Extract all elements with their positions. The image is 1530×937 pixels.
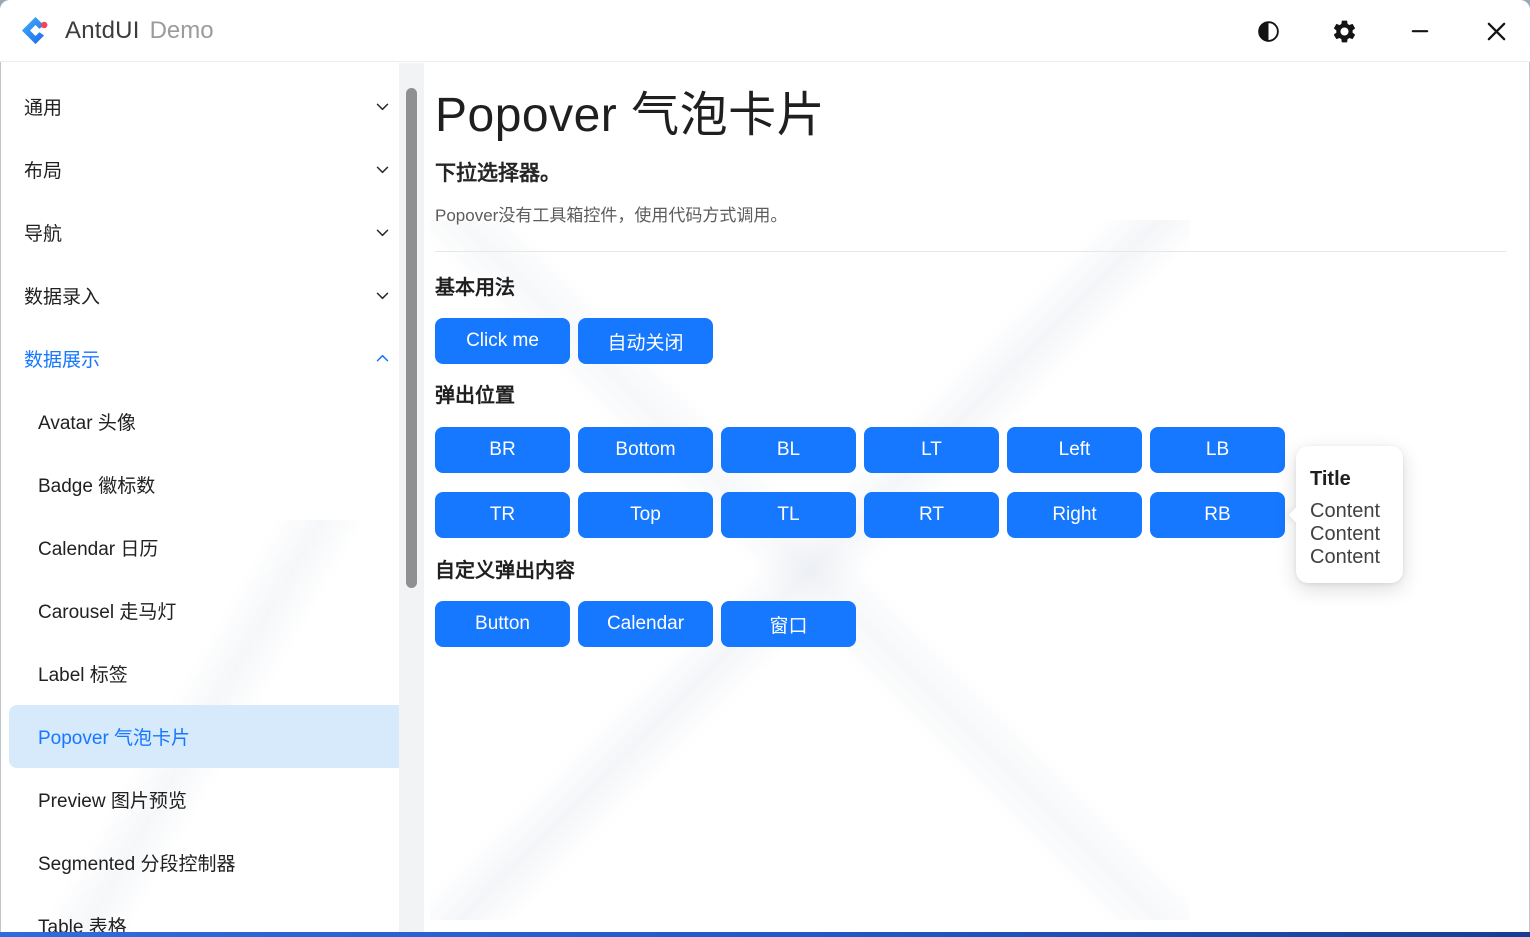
sidebar-item-label: Table 表格 [38, 912, 391, 932]
placement-tr-button[interactable]: TR [435, 492, 570, 538]
minimize-icon [1409, 20, 1431, 42]
sidebar-item-preview[interactable]: Preview 图片预览 [9, 768, 417, 831]
close-icon [1485, 20, 1508, 43]
chevron-down-icon [374, 98, 391, 115]
sidebar-item-label: Carousel 走马灯 [38, 597, 391, 624]
popover-content-line: Content [1310, 500, 1389, 523]
placement-rb-button[interactable]: RB [1150, 492, 1285, 538]
placement-tl-button[interactable]: TL [721, 492, 856, 538]
sidebar-item-calendar[interactable]: Calendar 日历 [9, 516, 417, 579]
chevron-down-icon [374, 287, 391, 304]
auto-close-button[interactable]: 自动关闭 [578, 318, 713, 364]
sidebar-item-label: Segmented 分段控制器 [38, 849, 391, 876]
sidebar-item-segmented[interactable]: Segmented 分段控制器 [9, 831, 417, 894]
chevron-down-icon [374, 161, 391, 178]
placement-bottom-button[interactable]: Bottom [578, 427, 713, 473]
sidebar-item-carousel[interactable]: Carousel 走马灯 [9, 579, 417, 642]
sidebar-group-label: 布局 [24, 156, 374, 183]
sidebar-item-table[interactable]: Table 表格 [9, 894, 417, 932]
custom-button-row: Button Calendar 窗口 [435, 601, 1506, 647]
sidebar-scrollbar-track [399, 63, 424, 932]
app-window: AntdUI Demo [0, 0, 1530, 937]
sidebar-group-label: 通用 [24, 93, 374, 120]
placement-top-button[interactable]: Top [578, 492, 713, 538]
page-description: Popover没有工具箱控件，使用代码方式调用。 [435, 205, 1506, 227]
page-subtitle: 下拉选择器。 [435, 159, 1506, 189]
theme-toggle-button[interactable] [1250, 13, 1286, 49]
titlebar-actions [1250, 0, 1514, 62]
sidebar-group-data-display[interactable]: 数据展示 [9, 327, 417, 390]
settings-button[interactable] [1326, 13, 1362, 49]
sidebar-item-label: Popover 气泡卡片 [38, 723, 391, 750]
sidebar-group-label: 数据录入 [24, 282, 374, 309]
sidebar-scrollbar-thumb[interactable] [406, 88, 417, 588]
sidebar-item-label[interactable]: Label 标签 [9, 642, 417, 705]
sidebar: 通用 布局 导航 数据录入 数据展示 [1, 63, 425, 932]
sidebar-item-label: Label 标签 [38, 660, 391, 687]
sidebar-group-general[interactable]: 通用 [9, 75, 417, 138]
placement-left-button[interactable]: Left [1007, 427, 1142, 473]
sidebar-item-badge[interactable]: Badge 徽标数 [9, 453, 417, 516]
placement-right-button[interactable]: Right [1007, 492, 1142, 538]
divider [435, 251, 1506, 252]
sidebar-item-label: Badge 徽标数 [38, 471, 391, 498]
placement-lt-button[interactable]: LT [864, 427, 999, 473]
click-me-button[interactable]: Click me [435, 318, 570, 364]
titlebar[interactable]: AntdUI Demo [0, 0, 1530, 62]
section-heading-placement: 弹出位置 [435, 382, 1506, 410]
chevron-down-icon [374, 224, 391, 241]
sidebar-group-data-entry[interactable]: 数据录入 [9, 264, 417, 327]
close-button[interactable] [1478, 13, 1514, 49]
settings-gear-icon [1331, 18, 1358, 45]
antdui-logo-icon [20, 15, 51, 46]
basic-button-row: Click me 自动关闭 [435, 318, 1506, 364]
sidebar-item-label: Calendar 日历 [38, 534, 391, 561]
placement-rt-button[interactable]: RT [864, 492, 999, 538]
custom-calendar-button[interactable]: Calendar [578, 601, 713, 647]
popover-title: Title [1310, 468, 1389, 491]
sidebar-item-popover[interactable]: Popover 气泡卡片 [9, 705, 417, 768]
sidebar-item-label: Avatar 头像 [38, 408, 391, 435]
placement-bl-button[interactable]: BL [721, 427, 856, 473]
minimize-button[interactable] [1402, 13, 1438, 49]
popover-content-line: Content [1310, 546, 1389, 569]
sidebar-item-avatar[interactable]: Avatar 头像 [9, 390, 417, 453]
placement-br-button[interactable]: BR [435, 427, 570, 473]
sidebar-item-label: Preview 图片预览 [38, 786, 391, 813]
popover-content-line: Content [1310, 523, 1389, 546]
chevron-up-icon [374, 350, 391, 367]
sidebar-group-label: 数据展示 [24, 345, 374, 372]
window-bottom-accent [0, 932, 1530, 937]
sidebar-group-layout[interactable]: 布局 [9, 138, 417, 201]
app-title: AntdUI [65, 17, 140, 45]
custom-window-button[interactable]: 窗口 [721, 601, 856, 647]
sidebar-group-navigation[interactable]: 导航 [9, 201, 417, 264]
app-title-suffix: Demo [150, 17, 214, 45]
placement-lb-button[interactable]: LB [1150, 427, 1285, 473]
page-title: Popover 气泡卡片 [435, 85, 1506, 147]
theme-contrast-icon [1256, 19, 1281, 44]
popover-card: Title Content Content Content [1296, 446, 1403, 583]
section-heading-basic: 基本用法 [435, 274, 1506, 302]
sidebar-group-label: 导航 [24, 219, 374, 246]
custom-button-button[interactable]: Button [435, 601, 570, 647]
